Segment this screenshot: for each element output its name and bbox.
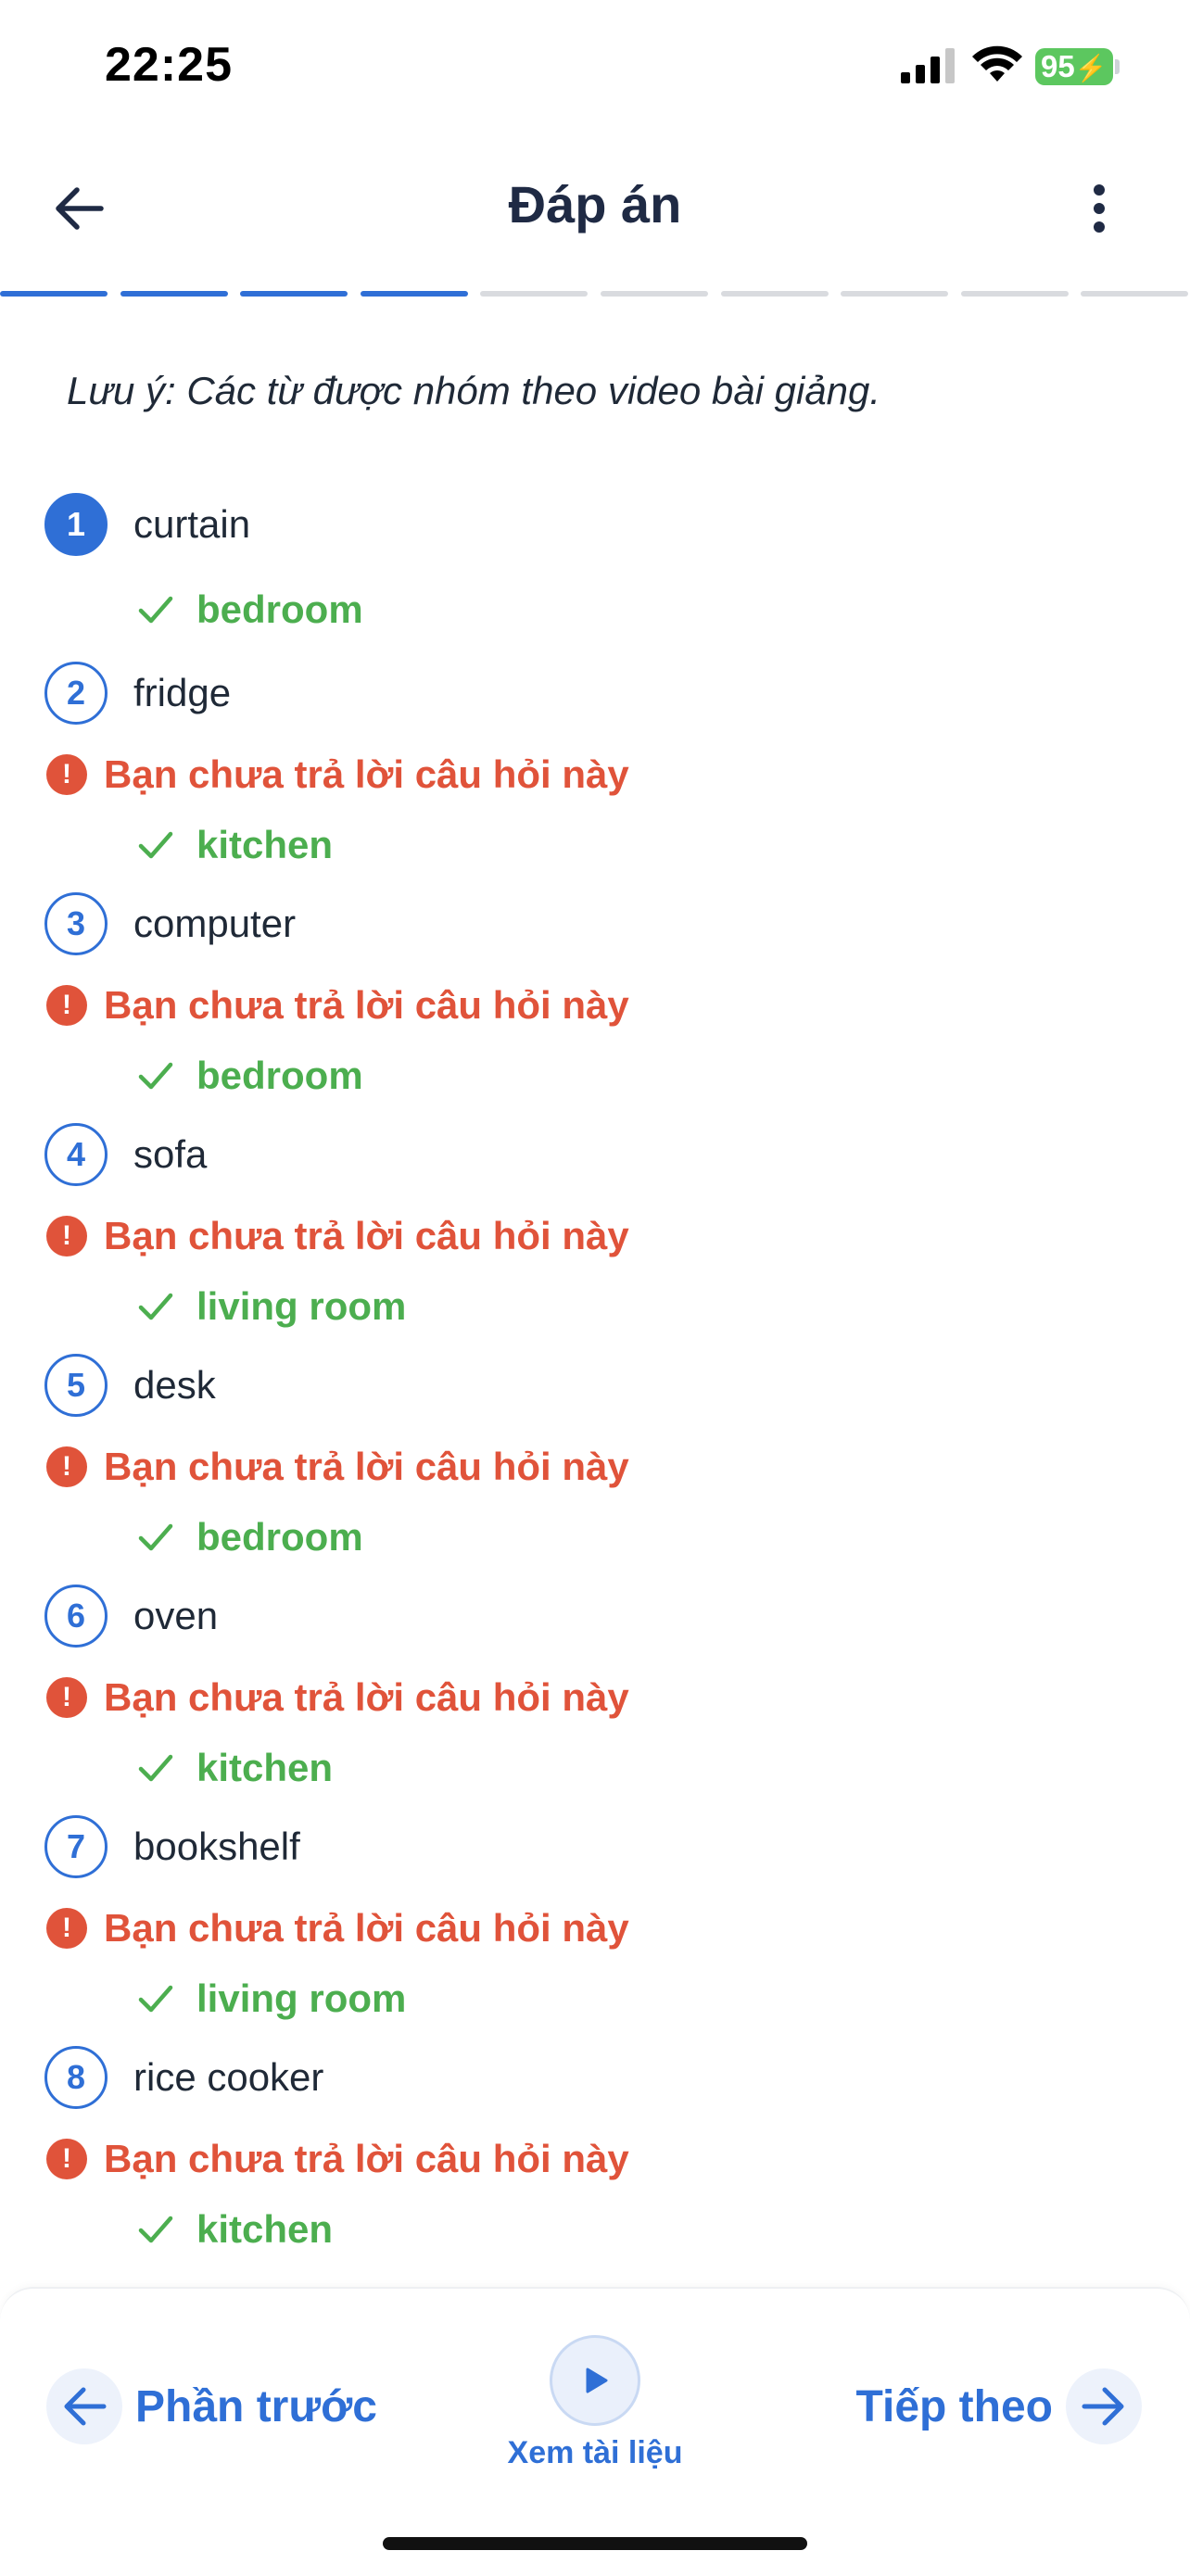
unanswered-warning: ! Bạn chưa trả lời câu hỏi này	[46, 2137, 629, 2181]
note-text: Lưu ý: Các từ được nhóm theo video bài g…	[67, 369, 881, 412]
play-circle	[550, 2335, 640, 2426]
correct-answer: bedroom	[137, 1515, 363, 1559]
view-document-button[interactable]: Xem tài liệu	[500, 2335, 690, 2471]
question-number-badge[interactable]: 4	[44, 1123, 108, 1186]
question-word: sofa	[133, 1132, 208, 1176]
answer-text: bedroom	[196, 1515, 363, 1559]
answer-text: bedroom	[196, 1054, 363, 1097]
progress-segment	[601, 291, 708, 297]
answer-text: kitchen	[196, 823, 334, 866]
battery-level: 95	[1041, 49, 1075, 83]
view-document-label: Xem tài liệu	[507, 2435, 683, 2470]
question-number-badge[interactable]: 3	[44, 892, 108, 955]
progress-segment	[0, 291, 108, 297]
unanswered-warning: ! Bạn chưa trả lời câu hỏi này	[46, 1675, 629, 1720]
question-number-badge[interactable]: 1	[44, 493, 108, 556]
progress-segment	[240, 291, 348, 297]
next-button[interactable]: Tiếp theo	[856, 2368, 1142, 2444]
question-number-badge[interactable]: 8	[44, 2046, 108, 2109]
answer-text: bedroom	[196, 587, 363, 631]
unanswered-warning: ! Bạn chưa trả lời câu hỏi này	[46, 1906, 629, 1951]
check-icon	[138, 596, 173, 624]
next-circle	[1066, 2368, 1142, 2444]
unanswered-text: Bạn chưa trả lời câu hỏi này	[104, 2137, 629, 2180]
error-icon: !	[46, 985, 87, 1026]
question-number-badge[interactable]: 5	[44, 1354, 108, 1417]
check-icon	[138, 1523, 173, 1551]
previous-label: Phần trước	[135, 2381, 377, 2431]
progress-segment	[480, 291, 588, 297]
question-word: curtain	[133, 502, 251, 546]
question-word: computer	[133, 902, 297, 945]
unanswered-warning: ! Bạn chưa trả lời câu hỏi này	[46, 752, 629, 797]
check-icon	[138, 831, 173, 859]
answer-text: living room	[196, 1976, 407, 2020]
more-vertical-icon	[1094, 184, 1105, 233]
check-icon	[138, 2216, 173, 2243]
answer-text: living room	[196, 1284, 407, 1328]
correct-answer: bedroom	[137, 1054, 363, 1098]
previous-circle	[46, 2368, 122, 2444]
battery-icon: 95⚡	[1035, 48, 1113, 85]
header: Đáp án	[0, 148, 1190, 269]
error-icon: !	[46, 754, 87, 795]
question-word: rice cooker	[133, 2055, 324, 2099]
unanswered-warning: ! Bạn chưa trả lời câu hỏi này	[46, 1445, 629, 1489]
question-word: desk	[133, 1363, 216, 1407]
question-number-badge[interactable]: 2	[44, 662, 108, 725]
play-icon	[586, 2368, 608, 2393]
check-icon	[138, 1985, 173, 2013]
check-icon	[138, 1754, 173, 1782]
correct-answer: bedroom	[137, 587, 363, 632]
progress-segment	[120, 291, 228, 297]
cellular-signal-icon	[901, 48, 955, 83]
question-number-badge[interactable]: 6	[44, 1585, 108, 1648]
progress-segment	[361, 291, 468, 297]
correct-answer: living room	[137, 1284, 406, 1329]
more-options-button[interactable]	[1075, 176, 1123, 241]
wifi-icon	[972, 45, 1022, 82]
question-word: oven	[133, 1594, 219, 1637]
unanswered-text: Bạn chưa trả lời câu hỏi này	[104, 983, 629, 1027]
check-icon	[138, 1062, 173, 1090]
correct-answer: living room	[137, 1976, 406, 2021]
error-icon: !	[46, 1908, 87, 1949]
arrow-left-icon	[64, 2387, 107, 2426]
answer-text: kitchen	[196, 2207, 334, 2251]
question-word: fridge	[133, 671, 232, 714]
battery-tip	[1115, 59, 1120, 74]
page-title: Đáp án	[508, 175, 682, 234]
unanswered-text: Bạn chưa trả lời câu hỏi này	[104, 1906, 629, 1950]
status-bar: 22:25 95⚡	[0, 0, 1190, 130]
question-word: bookshelf	[133, 1825, 300, 1868]
error-icon: !	[46, 1446, 87, 1487]
question-number-badge[interactable]: 7	[44, 1815, 108, 1878]
error-icon: !	[46, 1677, 87, 1718]
unanswered-warning: ! Bạn chưa trả lời câu hỏi này	[46, 983, 629, 1028]
status-time: 22:25	[105, 38, 233, 92]
progress-segment	[1081, 291, 1188, 297]
progress-segment	[721, 291, 829, 297]
unanswered-text: Bạn chưa trả lời câu hỏi này	[104, 1214, 629, 1257]
unanswered-warning: ! Bạn chưa trả lời câu hỏi này	[46, 1214, 629, 1258]
correct-answer: kitchen	[137, 823, 333, 867]
progress-segments	[0, 291, 1190, 297]
next-label: Tiếp theo	[855, 2381, 1053, 2431]
unanswered-text: Bạn chưa trả lời câu hỏi này	[104, 1445, 629, 1488]
progress-segment	[841, 291, 948, 297]
unanswered-text: Bạn chưa trả lời câu hỏi này	[104, 752, 629, 796]
home-indicator	[383, 2537, 807, 2550]
correct-answer: kitchen	[137, 2207, 333, 2252]
previous-section-button[interactable]: Phần trước	[46, 2368, 377, 2444]
error-icon: !	[46, 2139, 87, 2179]
correct-answer: kitchen	[137, 1746, 333, 1790]
answer-text: kitchen	[196, 1746, 334, 1789]
arrow-right-icon	[1082, 2387, 1124, 2426]
unanswered-text: Bạn chưa trả lời câu hỏi này	[104, 1675, 629, 1719]
bottom-navigation: Phần trước Xem tài liệu Tiếp theo	[0, 2287, 1190, 2576]
progress-segment	[961, 291, 1069, 297]
check-icon	[138, 1293, 173, 1320]
error-icon: !	[46, 1216, 87, 1256]
